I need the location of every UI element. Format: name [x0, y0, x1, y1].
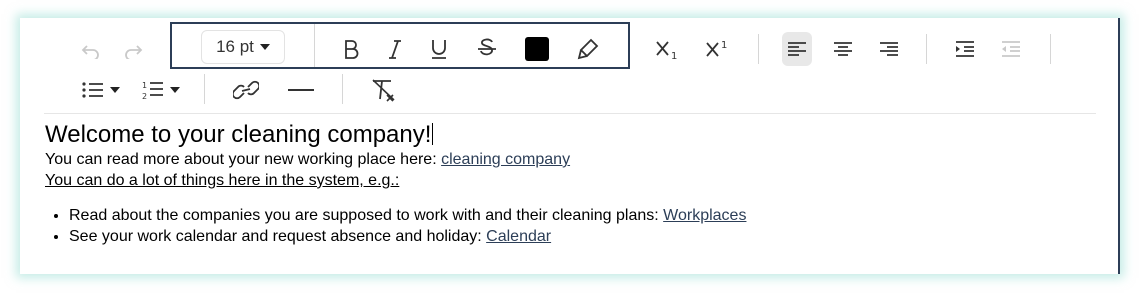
toolbar-separator	[204, 74, 205, 104]
editor-content[interactable]: Welcome to your cleaning company! You ca…	[45, 121, 1100, 247]
toolbar-separator	[342, 74, 343, 104]
toolbar-separator	[926, 34, 927, 64]
align-center-icon	[833, 41, 853, 57]
numbered-list-icon: 12	[142, 80, 164, 100]
svg-text:2: 2	[142, 92, 147, 100]
redo-button[interactable]	[118, 34, 148, 68]
list-item: Read about the companies you are suppose…	[69, 205, 1100, 226]
content-line-2: You can do a lot of things here in the s…	[45, 172, 400, 189]
indent-increase-icon	[955, 41, 975, 57]
feature-list: Read about the companies you are suppose…	[45, 205, 1100, 247]
redo-icon	[122, 43, 144, 59]
chevron-down-icon	[110, 87, 120, 93]
format-controls-highlight	[170, 22, 630, 69]
toolbar-separator	[1050, 34, 1051, 64]
align-right-icon	[879, 41, 899, 57]
subscript-icon: 1	[654, 38, 680, 60]
cleaning-company-link[interactable]: cleaning company	[441, 151, 570, 168]
editor-frame: 16 pt 1 1 1 2 Welcome to your cleaning c…	[20, 18, 1120, 274]
heading-text: Welcome to your cleaning company!	[45, 121, 432, 148]
line-1-text: You can read more about your new working…	[45, 151, 442, 168]
list-item-text: See your work calendar and request absen…	[69, 228, 487, 245]
horizontal-rule-button[interactable]	[284, 73, 318, 107]
undo-icon	[80, 43, 102, 59]
svg-text:1: 1	[721, 40, 727, 51]
align-right-button[interactable]	[874, 32, 904, 66]
calendar-link[interactable]: Calendar	[486, 228, 551, 245]
content-heading: Welcome to your cleaning company!	[45, 121, 1100, 149]
align-left-icon	[787, 41, 807, 57]
clear-formatting-button[interactable]	[366, 73, 402, 107]
align-left-button[interactable]	[782, 32, 812, 66]
link-icon	[233, 80, 259, 100]
superscript-icon: 1	[704, 38, 730, 60]
svg-text:1: 1	[142, 81, 147, 90]
chevron-down-icon	[170, 87, 180, 93]
superscript-button[interactable]: 1	[700, 32, 734, 66]
list-item-text: Read about the companies you are suppose…	[69, 207, 664, 224]
bullet-list-button[interactable]	[78, 73, 124, 107]
horizontal-rule-icon	[287, 88, 315, 92]
content-line-1: You can read more about your new working…	[45, 149, 1100, 170]
align-center-button[interactable]	[828, 32, 858, 66]
subscript-button[interactable]: 1	[650, 32, 684, 66]
bullet-list-icon	[82, 81, 104, 99]
svg-text:1: 1	[671, 51, 677, 60]
indent-decrease-icon	[1001, 41, 1021, 57]
editor-toolbar: 16 pt 1 1 1 2	[20, 18, 1120, 118]
workplaces-link[interactable]: Workplaces	[663, 207, 746, 224]
outdent-button[interactable]	[996, 32, 1026, 66]
insert-link-button[interactable]	[228, 73, 264, 107]
text-cursor	[432, 123, 434, 145]
indent-button[interactable]	[950, 32, 980, 66]
toolbar-separator	[758, 34, 759, 64]
undo-button[interactable]	[76, 34, 106, 68]
list-item: See your work calendar and request absen…	[69, 226, 1100, 247]
toolbar-divider	[44, 113, 1096, 114]
clear-formatting-icon	[370, 78, 398, 102]
numbered-list-button[interactable]: 12	[138, 73, 184, 107]
